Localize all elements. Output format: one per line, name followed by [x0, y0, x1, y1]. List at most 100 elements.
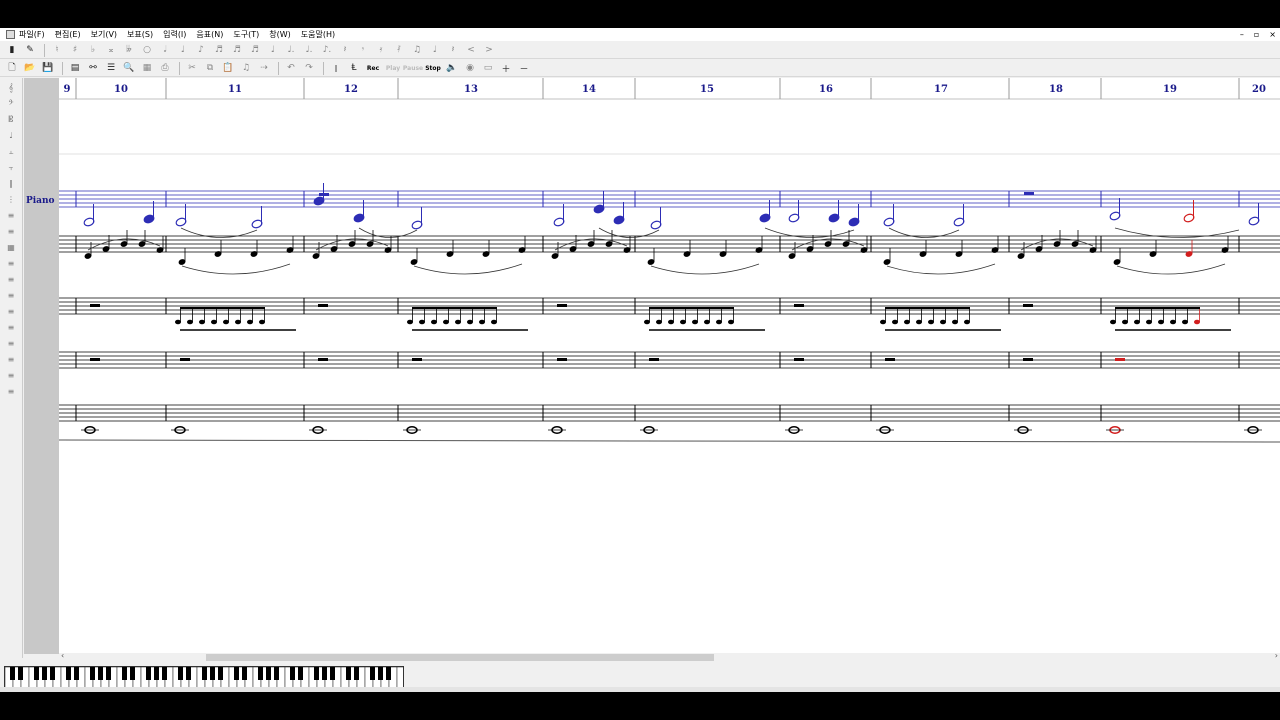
black-key[interactable]	[10, 667, 15, 680]
paste-icon[interactable]: 📋	[220, 61, 236, 76]
staff-icon-6[interactable]: ≡	[4, 338, 18, 350]
sixteenth-rest-icon[interactable]: 𝄿	[373, 43, 389, 58]
zoom-icon[interactable]: 🔍	[121, 61, 137, 76]
pause-button[interactable]: Pause	[403, 61, 423, 76]
thirtysecond-rest-icon[interactable]: 𝅀	[391, 43, 407, 58]
quarter-note-icon[interactable]: ♩	[175, 43, 191, 58]
staff-icon-8[interactable]: ≡	[4, 370, 18, 382]
menu-input[interactable]: 입력(I)	[163, 29, 186, 40]
black-key[interactable]	[378, 667, 383, 680]
natural-icon[interactable]: ♮	[49, 43, 65, 58]
print-icon[interactable]: ⎙	[157, 61, 173, 76]
dotted-eighth-icon[interactable]: ♪.	[319, 43, 335, 58]
close-button[interactable]: ×	[1269, 30, 1276, 39]
pen-tool-icon[interactable]: ✎	[22, 43, 38, 58]
treble-clef-icon[interactable]: 𝄞	[4, 82, 18, 94]
staff-icon[interactable]: ≡	[4, 258, 18, 270]
black-key[interactable]	[354, 667, 359, 680]
staff-icon-4[interactable]: ≡	[4, 306, 18, 318]
black-key[interactable]	[90, 667, 95, 680]
staff-icon-7[interactable]: ≡	[4, 354, 18, 366]
metronome-icon[interactable]: ◉	[462, 61, 478, 76]
text-cursor-icon[interactable]: ꞁ	[328, 61, 344, 76]
eighth-note-icon[interactable]: ♪	[193, 43, 209, 58]
dotted-quarter-icon[interactable]: ♩.	[283, 43, 299, 58]
menu-view[interactable]: 보기(V)	[91, 29, 117, 40]
menu-help[interactable]: 도움말(H)	[301, 29, 335, 40]
minimize-button[interactable]: –	[1240, 30, 1244, 39]
glasses-icon[interactable]: ⚯	[85, 61, 101, 76]
black-key[interactable]	[266, 667, 271, 680]
whole-note-icon[interactable]: ○	[139, 43, 155, 58]
tempo-icon[interactable]: ♩	[4, 130, 18, 142]
black-key[interactable]	[42, 667, 47, 680]
black-key[interactable]	[330, 667, 335, 680]
black-key[interactable]	[18, 667, 23, 680]
black-key[interactable]	[66, 667, 71, 680]
staff-icon-5[interactable]: ≡	[4, 322, 18, 334]
score-area[interactable]: 9 10 11 12 13 14 15 16 17 18 19 20	[53, 78, 1280, 654]
menu-note[interactable]: 음표(N)	[196, 29, 223, 40]
black-key[interactable]	[234, 667, 239, 680]
menu-edit[interactable]: 편집(E)	[55, 29, 81, 40]
black-key[interactable]	[370, 667, 375, 680]
black-key[interactable]	[274, 667, 279, 680]
scroll-right-icon[interactable]: ›	[1275, 651, 1278, 660]
black-key[interactable]	[130, 667, 135, 680]
black-key[interactable]	[322, 667, 327, 680]
music-note-icon[interactable]: ♫	[238, 61, 254, 76]
black-key[interactable]	[98, 667, 103, 680]
cut-icon[interactable]: ✂	[184, 61, 200, 76]
page-view-icon[interactable]: ▤	[67, 61, 83, 76]
app-icon[interactable]	[6, 30, 15, 39]
lyrics-icon[interactable]: Ⱡ	[346, 61, 362, 76]
black-key[interactable]	[386, 667, 391, 680]
stop-button[interactable]: Stop	[424, 61, 442, 76]
play-button[interactable]: Play	[384, 61, 402, 76]
copy-icon[interactable]: ⧉	[202, 61, 218, 76]
quarter-rest-icon[interactable]: 𝄽	[337, 43, 353, 58]
menu-staff[interactable]: 보표(S)	[127, 29, 153, 40]
white-key[interactable]	[396, 667, 403, 689]
menu-window[interactable]: 창(W)	[269, 29, 291, 40]
redo-icon[interactable]: ↷	[301, 61, 317, 76]
black-key[interactable]	[186, 667, 191, 680]
eighth-rest-icon[interactable]: 𝄾	[355, 43, 371, 58]
decrescendo-icon[interactable]: >	[481, 43, 497, 58]
dynamics-icon[interactable]: ⫠	[4, 146, 18, 158]
thirtysecond-note-icon[interactable]: ♬	[229, 43, 245, 58]
menu-file[interactable]: 파일(F)	[19, 29, 45, 40]
dotted-quarter-icon-2[interactable]: ♩.	[301, 43, 317, 58]
black-key[interactable]	[242, 667, 247, 680]
chord-icon[interactable]: ⋮	[4, 194, 18, 206]
black-key[interactable]	[34, 667, 39, 680]
black-key[interactable]	[218, 667, 223, 680]
sixteenth-note-icon[interactable]: ♬	[211, 43, 227, 58]
quarter-note-icon-2[interactable]: ♩	[265, 43, 281, 58]
barline-icon[interactable]: ∥	[4, 178, 18, 190]
black-key[interactable]	[50, 667, 55, 680]
scroll-thumb[interactable]	[206, 654, 714, 661]
keyboard-icon[interactable]: ▭	[480, 61, 496, 76]
black-key[interactable]	[314, 667, 319, 680]
lines-icon[interactable]: ≡	[4, 210, 18, 222]
black-key[interactable]	[258, 667, 263, 680]
grace-note-icon[interactable]: ♩	[427, 43, 443, 58]
beam-icon[interactable]: ♫	[409, 43, 425, 58]
double-sharp-icon[interactable]: 𝄪	[103, 43, 119, 58]
sharp-icon[interactable]: ♯	[67, 43, 83, 58]
crescendo-icon[interactable]: <	[463, 43, 479, 58]
undo-icon[interactable]: ↶	[283, 61, 299, 76]
black-key[interactable]	[202, 667, 207, 680]
lines-icon-2[interactable]: ≡	[4, 226, 18, 238]
grid-icon[interactable]: ▦	[4, 242, 18, 254]
rest-icon[interactable]: 𝄽	[445, 43, 461, 58]
select-tool-icon[interactable]: ▮	[4, 43, 20, 58]
black-key[interactable]	[154, 667, 159, 680]
black-key[interactable]	[122, 667, 127, 680]
speaker-icon[interactable]: 🔈	[444, 61, 460, 76]
zoom-in-icon[interactable]: ＋	[498, 61, 514, 76]
black-key[interactable]	[162, 667, 167, 680]
new-file-icon[interactable]: 🗋	[4, 61, 20, 76]
sixtyfourth-note-icon[interactable]: ♬	[247, 43, 263, 58]
